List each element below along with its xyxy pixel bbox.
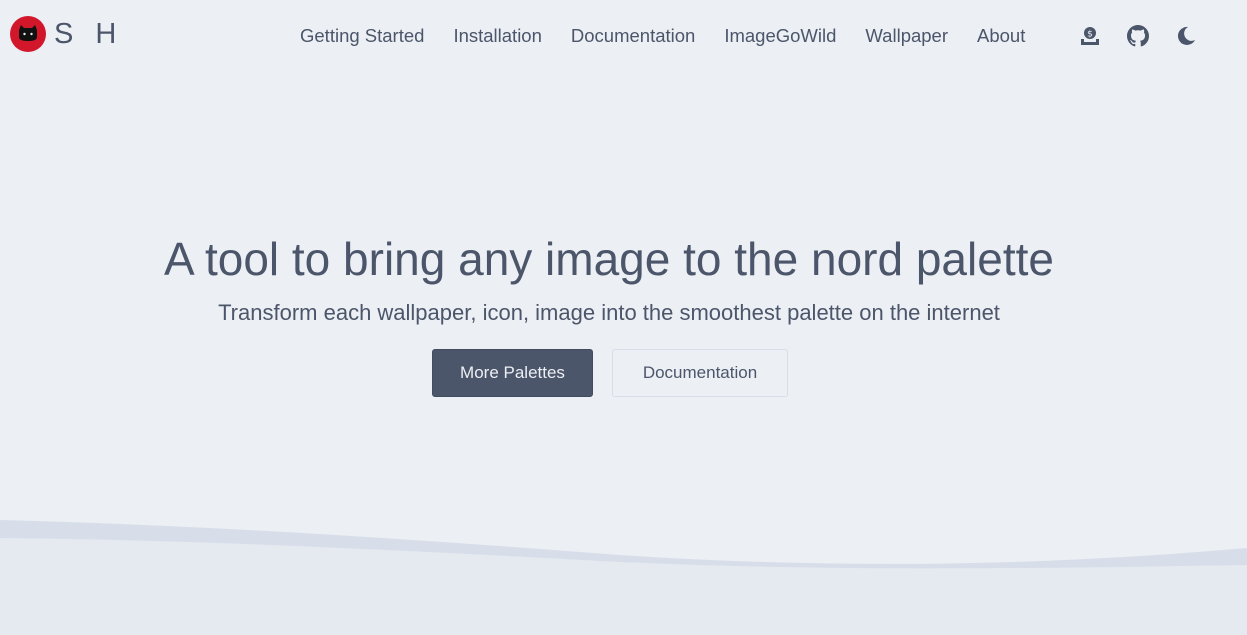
nav-documentation[interactable]: Documentation (571, 25, 695, 47)
nav-icons: $ (1078, 22, 1222, 50)
nav-installation[interactable]: Installation (453, 25, 541, 47)
svg-text:$: $ (1087, 30, 1093, 40)
brand-text: S H (54, 17, 124, 50)
moon-icon[interactable] (1174, 24, 1198, 48)
donate-icon[interactable]: $ (1078, 24, 1102, 48)
cat-face-icon (10, 16, 46, 52)
main-nav: Getting Started Installation Documentati… (300, 22, 1054, 50)
nav-imagegowild[interactable]: ImageGoWild (724, 25, 836, 47)
nav-wallpaper[interactable]: Wallpaper (865, 25, 948, 47)
more-palettes-button[interactable]: More Palettes (432, 349, 593, 397)
hero-title: A tool to bring any image to the nord pa… (164, 233, 1054, 285)
documentation-button[interactable]: Documentation (612, 349, 788, 397)
nav-about[interactable]: About (977, 25, 1025, 47)
brand-link[interactable]: S H (10, 16, 123, 52)
github-icon[interactable] (1126, 24, 1150, 48)
page: S H Getting Started Installation Documen… (0, 0, 1247, 635)
decorative-wave (0, 520, 1247, 635)
header: S H Getting Started Installation Documen… (0, 0, 1247, 72)
hero-subtitle: Transform each wallpaper, icon, image in… (218, 300, 1000, 325)
nav-getting-started[interactable]: Getting Started (300, 25, 424, 47)
